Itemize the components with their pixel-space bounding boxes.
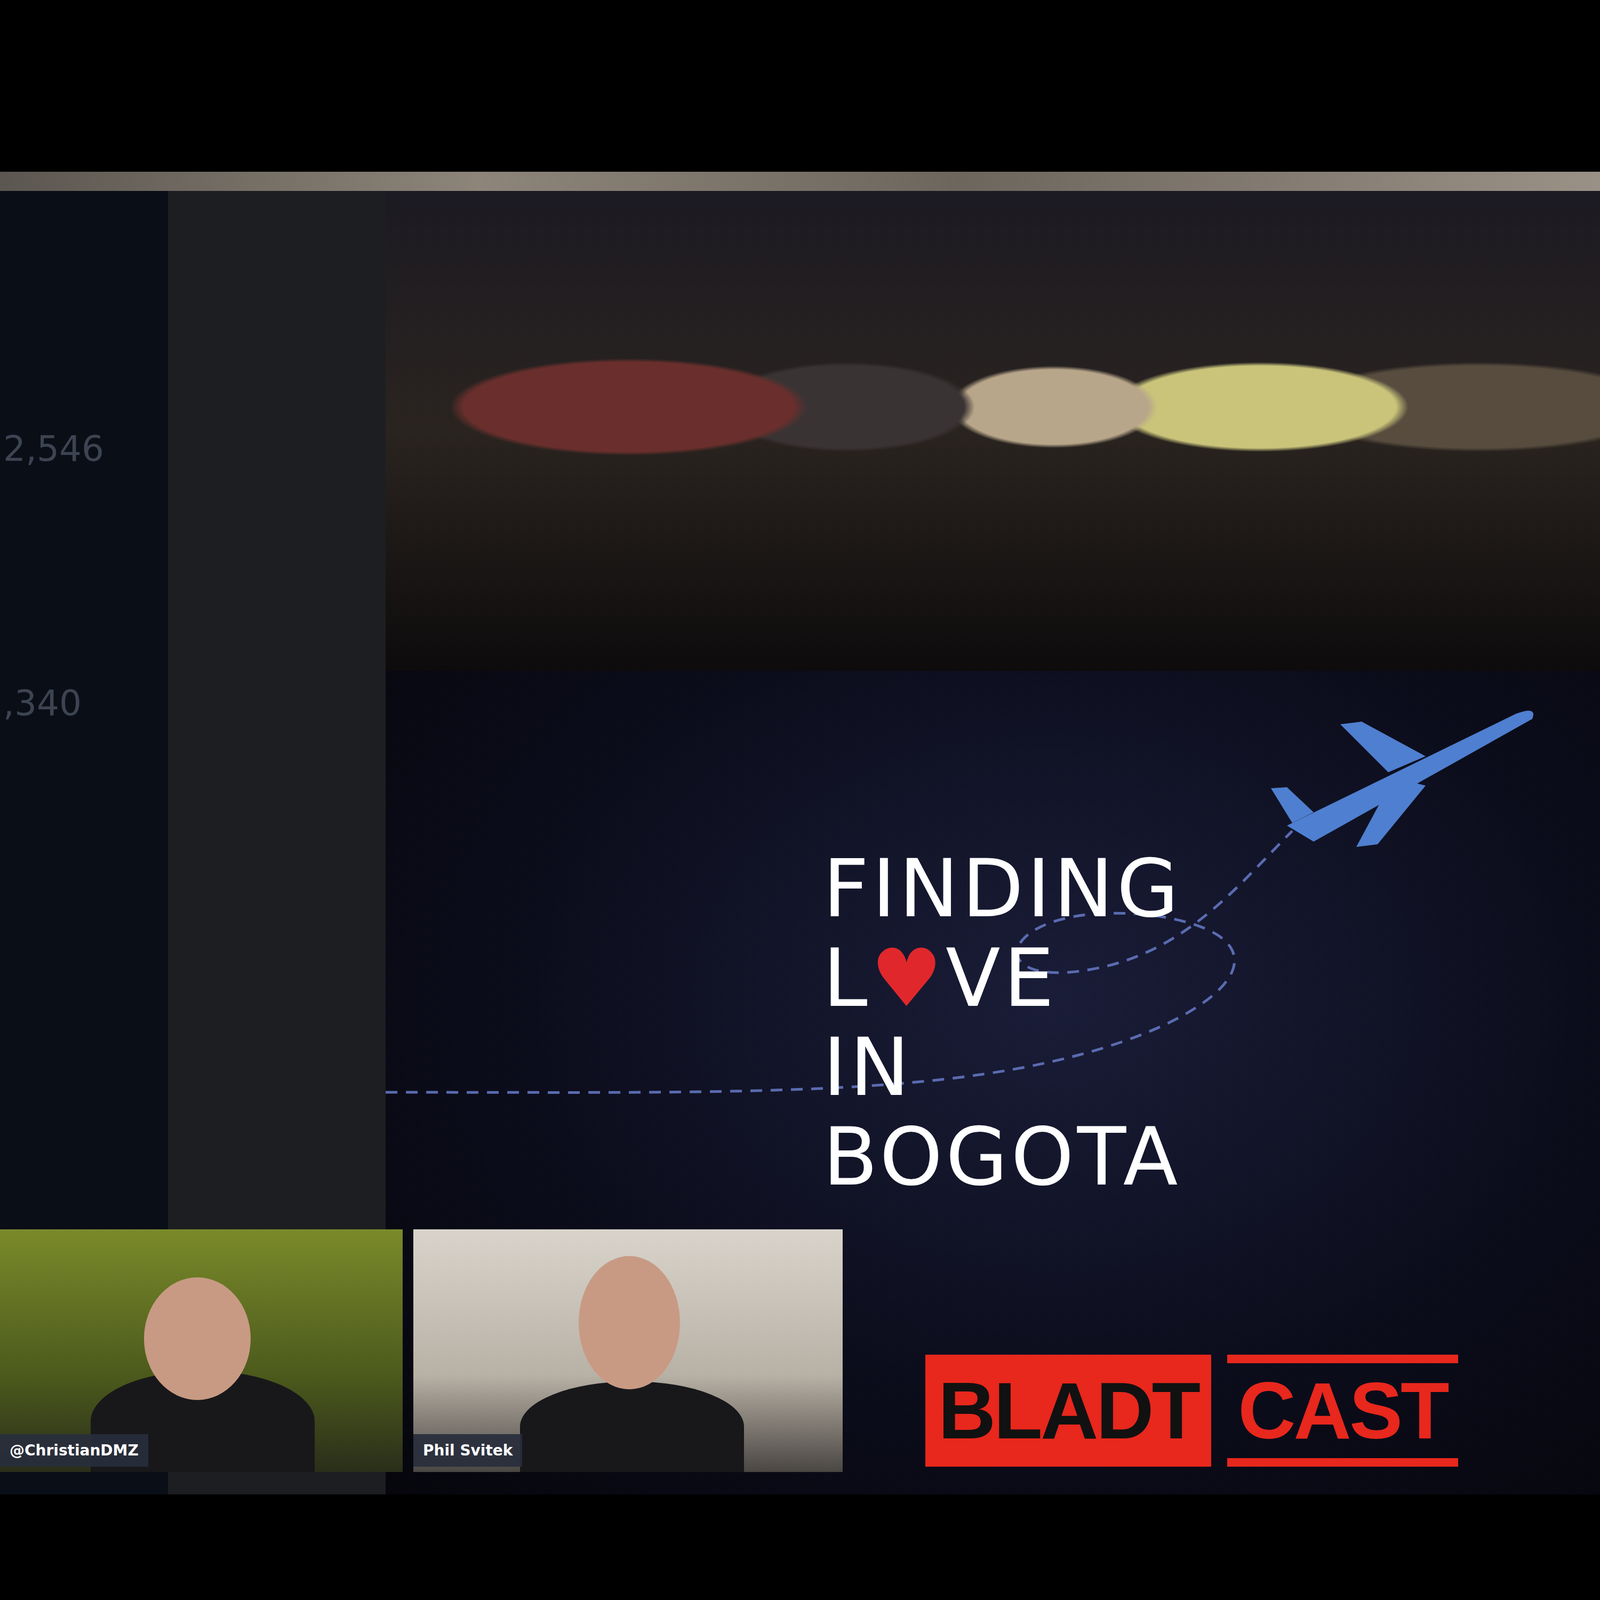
stream-view: 2,546,340 F [0, 171, 1600, 1495]
participant-name: Phil Svitek [413, 1434, 523, 1467]
webcam-feed: @ChristianDMZ [0, 1229, 403, 1472]
bladtcast-logo: BLADTCAST [925, 1354, 1459, 1467]
title-line: IN [822, 1025, 1600, 1110]
title-line: BOGOTA [822, 1115, 1600, 1200]
poster-title: FINDINGL♥VEINBOGOTA [822, 846, 1600, 1199]
participant-face [578, 1256, 680, 1390]
top-bar [0, 0, 1600, 172]
participant-face [144, 1277, 251, 1400]
stat-value: ,340 [0, 682, 168, 724]
cast-photo [385, 190, 1600, 671]
participant-name: @ChristianDMZ [0, 1434, 149, 1467]
airplane-icon [1265, 692, 1543, 858]
title-line: L♥VE [822, 936, 1600, 1021]
logo-right: CAST [1227, 1354, 1458, 1467]
webcam-feed: Phil Svitek [413, 1229, 843, 1472]
logo-left: BLADT [925, 1354, 1212, 1467]
top-strip [0, 171, 1600, 191]
participant-video [520, 1381, 744, 1472]
stat-value: 2,546 [0, 428, 168, 470]
moon-icon [1334, 948, 1527, 1141]
title-line: FINDING [822, 846, 1600, 932]
